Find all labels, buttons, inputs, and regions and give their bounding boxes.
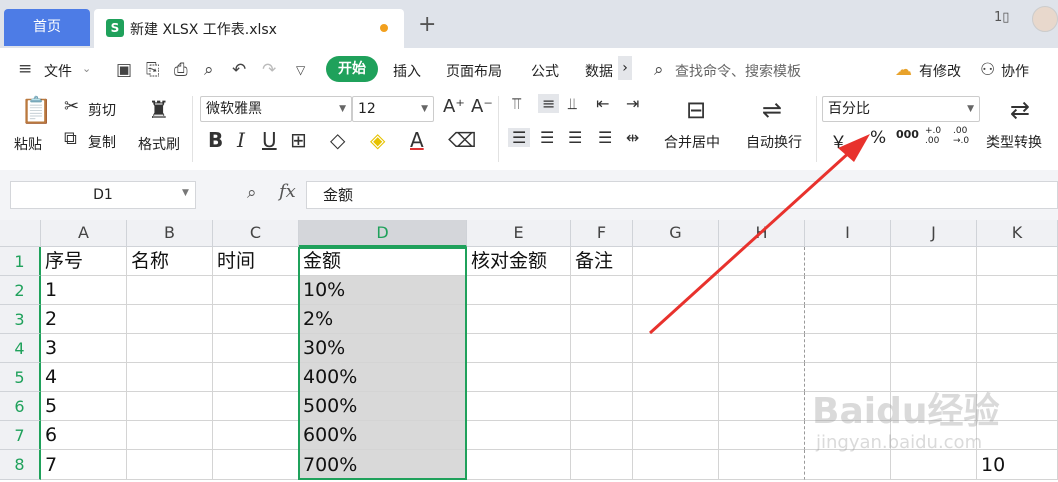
arrow-shaft	[648, 148, 854, 335]
watermark-logo: Baidu经验	[812, 391, 1000, 432]
watermark-url: jingyan.baidu.com	[816, 432, 983, 453]
